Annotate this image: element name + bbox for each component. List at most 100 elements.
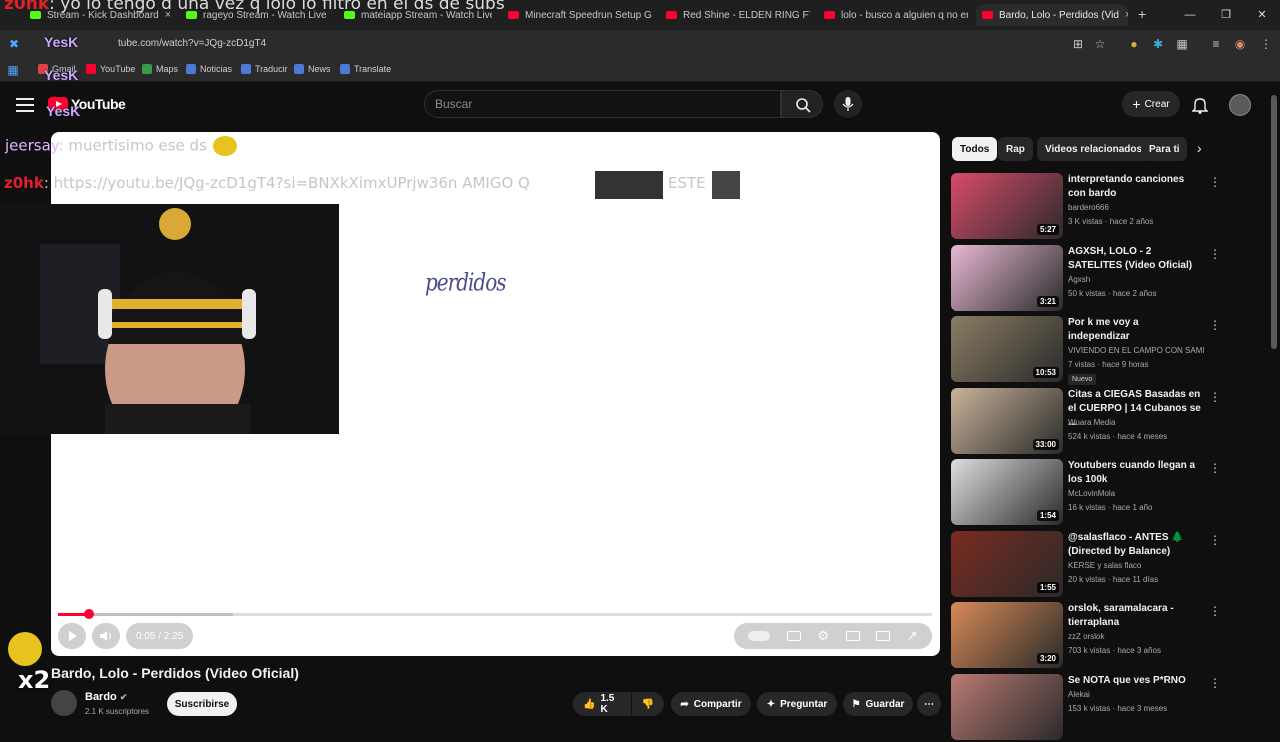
bookmark-maps[interactable]: Maps [142,64,178,74]
recommendation-channel[interactable]: Alekai [1068,690,1090,699]
youtube-favicon-icon [508,11,519,19]
recommendation-channel[interactable]: KERSE y salas flaco [1068,561,1141,570]
bookmark-news[interactable]: News [294,64,331,74]
install-app-icon[interactable]: ⊞ [1070,36,1086,52]
video-thumbnail[interactable]: 1:55 [951,530,1063,597]
maximize-icon[interactable]: ❐ [1208,0,1244,30]
bookmark-noticias[interactable]: Noticias [186,64,232,74]
recommendation-channel[interactable]: McLovinMola [1068,489,1115,498]
recommendation-item[interactable]: 5:27 interpretando canciones con bardo bar… [951,173,1231,241]
recommendation-meta: 20 k vistas · hace 11 días [1068,574,1159,584]
recommendation-title[interactable]: interpretando canciones con bardo [1068,173,1203,201]
browser-tab[interactable]: Minecraft Speedrun Setup Guid× [508,4,652,26]
extension-icon[interactable]: ● [1126,36,1142,52]
autoplay-toggle-icon[interactable] [748,631,771,641]
notifications-button[interactable] [1191,96,1209,119]
youtube-icon [86,64,96,74]
chip-para-ti[interactable]: Para ti [1141,137,1187,161]
more-actions-button[interactable]: ⋯ [917,692,941,716]
video-thumbnail[interactable]: 3:20 [951,602,1063,668]
recommendation-item[interactable]: 10:53 Por k me voy a independizar VIVIENDO… [951,316,1231,385]
more-icon[interactable]: ⋮ [1209,318,1221,332]
recommendation-item[interactable]: 3:20 orslok, saramalacara - tierraplana zz… [951,602,1231,670]
minimize-icon[interactable]: — [1172,0,1208,30]
like-button[interactable]: 👍 1.5 K [573,692,631,716]
bookmark-translate[interactable]: Translate [340,64,391,74]
url-field[interactable]: tube.com/watch?v=JQg-zcD1gT4 [118,38,266,49]
new-tab-button[interactable]: + [1138,6,1146,22]
browser-tab-active[interactable]: Bardo, Lolo - Perdidos (Vid× [976,4,1128,26]
save-button[interactable]: ⚑ Guardar [843,692,913,716]
recommendation-item[interactable]: 1:54 Youtubers cuando llegan a los 100k Mc… [951,459,1231,527]
scrubber-handle[interactable] [83,609,94,619]
profile-icon[interactable]: ◉ [1232,36,1248,52]
voice-search-button[interactable] [834,90,862,118]
close-window-icon[interactable]: ✕ [1244,0,1280,30]
channel-avatar[interactable] [51,690,77,716]
video-thumbnail[interactable]: 1:54 [951,459,1063,525]
play-button[interactable] [58,623,86,649]
create-button[interactable]: + Crear [1122,91,1180,117]
chip-todos[interactable]: Todos [952,137,998,161]
recommendation-item[interactable]: 3:21 AGXSH, LOLO - 2 SATELITES (Video Ofi… [951,244,1231,313]
more-icon[interactable]: ⋮ [1209,247,1221,261]
apps-icon[interactable]: ▦ [5,62,21,78]
recommendation-item[interactable]: Se NOTA que ves P*RNO Alekai 153 k vistas … [951,673,1231,742]
channel-name[interactable]: Bardo ✔ [85,691,127,703]
video-thumbnail[interactable]: 3:21 [951,244,1063,311]
chip-rap[interactable]: Rap [998,137,1033,161]
recommendation-item[interactable]: 33:00 Citas a CIEGAS Basadas en el CUERPO… [951,387,1231,456]
search-input[interactable] [425,91,780,117]
recommendation-channel[interactable]: VIVIENDO EN EL CAMPO CON SAMI [1068,346,1205,355]
bookmark-traducir[interactable]: Traducir [241,64,288,74]
more-icon[interactable]: ⋮ [1209,533,1221,547]
subscribe-button[interactable]: Suscribirse [167,692,237,716]
account-avatar[interactable] [1229,94,1251,116]
recommendation-title[interactable]: Se NOTA que ves P*RNO [1068,674,1203,688]
fullscreen-icon[interactable]: ↗ [907,628,918,644]
video-thumbnail[interactable]: 5:27 [951,173,1063,239]
cast-icon[interactable] [876,631,891,641]
ask-button[interactable]: ✦ Preguntar [757,692,837,716]
recommendation-title[interactable]: Por k me voy a independizar [1068,316,1203,344]
scrollbar[interactable] [1271,95,1277,349]
subtitles-icon[interactable] [786,631,801,641]
extension-icon[interactable]: ✱ [1150,36,1166,52]
more-icon[interactable]: ⋮ [1258,36,1274,52]
close-icon[interactable]: × [1119,9,1128,21]
dislike-button[interactable]: 👎 [632,692,664,716]
recommendation-channel[interactable]: Agxsh [1068,275,1090,284]
more-icon[interactable]: ⋮ [1209,461,1221,475]
recommendation-title[interactable]: Youtubers cuando llegan a los 100k [1068,459,1203,487]
more-icon[interactable]: ⋮ [1209,175,1221,189]
search-button[interactable] [781,90,823,118]
recommendation-channel[interactable]: bardero666 [1068,203,1109,212]
chip-videos-relacionados[interactable]: Videos relacionados [1037,137,1151,161]
chevron-right-icon[interactable]: › [1197,140,1202,156]
bookmark-youtube[interactable]: YouTube [86,64,135,74]
more-icon[interactable]: ⋮ [1209,604,1221,618]
recommendation-title[interactable]: orslok, saramalacara - tierraplana [1068,602,1203,630]
extensions-puzzle-icon[interactable]: ▦ [1174,36,1190,52]
video-thumbnail[interactable] [951,673,1063,740]
video-thumbnail[interactable]: 33:00 [951,387,1063,454]
bookmark-star-icon[interactable]: ☆ [1092,36,1108,52]
browser-tab[interactable]: lolo - busco a alguien q no enc× [824,4,968,26]
more-icon[interactable]: ⋮ [1209,676,1221,690]
recommendation-title[interactable]: @salasflaco - ANTES 🌲 (Directed by Balan… [1068,531,1203,559]
recommendation-title[interactable]: AGXSH, LOLO - 2 SATELITES (Video Oficial… [1068,245,1203,273]
settings-gear-icon[interactable]: ⚙ [817,628,829,644]
hamburger-menu-icon[interactable] [16,98,34,112]
recommendation-channel[interactable]: zzZ orslok [1068,632,1104,641]
browser-tab[interactable]: Red Shine - ELDEN RING FT ma× [666,4,810,26]
recommendation-channel[interactable]: Wuara Media [1068,418,1115,427]
progress-bar[interactable] [58,609,932,619]
miniplayer-icon[interactable] [845,631,860,641]
share-button[interactable]: ➦ Compartir [671,692,751,716]
video-thumbnail[interactable]: 10:53 [951,316,1063,382]
volume-button[interactable] [92,623,120,649]
more-icon[interactable]: ⋮ [1209,390,1221,404]
recommendation-item[interactable]: 1:55 @salasflaco - ANTES 🌲 (Directed by B… [951,530,1231,599]
back-icon[interactable]: ✖ [6,36,22,52]
tab-search-icon[interactable]: ≡ [1208,36,1224,52]
